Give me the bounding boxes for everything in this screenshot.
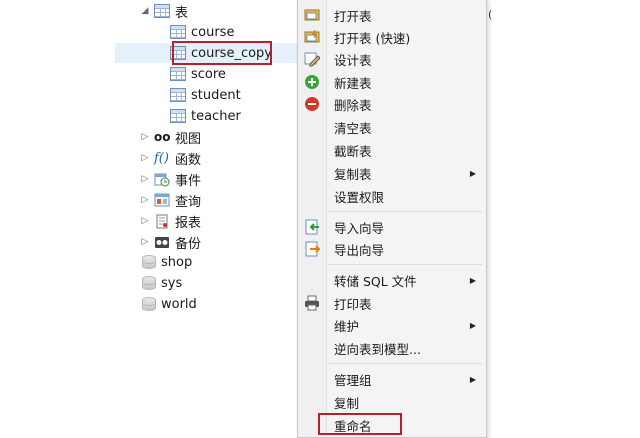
tree-node-views[interactable]: ▷ oo 视图: [140, 127, 201, 147]
clipped-text-fragment: (: [488, 8, 493, 21]
tree-item-table[interactable]: student: [170, 85, 241, 105]
collapse-arrow-icon[interactable]: ▷: [140, 237, 150, 247]
menu-separator: [328, 211, 482, 212]
context-menu: 打开表 打开表 (快速) 设计表 新建表 删除表 清空表 截断表 复制表 ▶ 设…: [297, 0, 487, 438]
menu-item-delete-table[interactable]: 删除表: [298, 93, 486, 115]
menu-item-open-table-fast[interactable]: 打开表 (快速): [298, 26, 486, 48]
tree-node-reports[interactable]: ▷ 报表: [140, 211, 201, 231]
folder-open-icon: [304, 7, 320, 23]
menu-item-open-table[interactable]: 打开表: [298, 4, 486, 26]
printer-icon: [304, 295, 320, 311]
tree-item-table[interactable]: course: [170, 22, 234, 42]
tree-node-label: 备份: [175, 236, 202, 252]
export-icon: [304, 241, 321, 257]
query-icon: [154, 193, 170, 208]
database-label: sys: [161, 275, 183, 291]
remove-icon: [304, 96, 320, 112]
menu-item-new-table[interactable]: 新建表: [298, 71, 486, 93]
menu-item-design-table[interactable]: 设计表: [298, 48, 486, 70]
tree-node-functions[interactable]: ▷ f() 函数: [140, 148, 201, 168]
menu-item-empty-table[interactable]: 清空表: [298, 116, 486, 138]
backup-icon: [154, 235, 170, 250]
menu-item-print-table[interactable]: 打印表: [298, 292, 486, 314]
collapse-arrow-icon[interactable]: ▷: [140, 216, 150, 226]
menu-item-dump-sql[interactable]: 转储 SQL 文件 ▶: [298, 269, 486, 291]
tree-node-label: 查询: [175, 194, 202, 210]
submenu-arrow-icon: ▶: [469, 374, 476, 384]
menu-item-set-permissions[interactable]: 设置权限: [298, 185, 486, 207]
calendar-clock-icon: [154, 172, 170, 187]
menu-separator: [328, 363, 482, 364]
expand-arrow-icon[interactable]: ◢: [140, 6, 150, 16]
tree-node-queries[interactable]: ▷ 查询: [140, 190, 201, 210]
menu-item-truncate-table[interactable]: 截断表: [298, 139, 486, 161]
table-icon: [170, 88, 186, 102]
table-label: student: [191, 87, 241, 103]
function-icon: f(): [154, 150, 169, 166]
menu-item-maintain[interactable]: 维护 ▶: [298, 314, 486, 336]
tree-item-database[interactable]: sys: [142, 273, 182, 293]
tree-item-database[interactable]: world: [142, 294, 197, 314]
tree-node-label: 报表: [175, 215, 202, 231]
add-icon: [304, 74, 320, 90]
menu-item-manage-group[interactable]: 管理组 ▶: [298, 368, 486, 390]
menu-separator: [328, 264, 482, 265]
tree-node-backups[interactable]: ▷ 备份: [140, 232, 201, 252]
submenu-arrow-icon: ▶: [469, 275, 476, 285]
tree-item-database[interactable]: shop: [142, 252, 192, 272]
collapse-arrow-icon[interactable]: ▷: [140, 153, 150, 163]
tree-node-label: 视图: [175, 131, 202, 147]
database-icon: [142, 275, 156, 291]
glasses-icon: oo: [154, 130, 171, 144]
collapse-arrow-icon[interactable]: ▷: [140, 195, 150, 205]
table-label: score: [191, 66, 226, 82]
tree-node-events[interactable]: ▷ 事件: [140, 169, 201, 189]
submenu-arrow-icon: ▶: [469, 320, 476, 330]
highlight-box: [172, 41, 272, 65]
report-icon: [154, 214, 170, 229]
tree-item-table[interactable]: score: [170, 64, 226, 84]
table-icon: [170, 109, 186, 123]
menu-item-import-wizard[interactable]: 导入向导: [298, 216, 486, 238]
pencil-icon: [304, 51, 321, 67]
import-icon: [304, 219, 320, 235]
folder-open-fast-icon: [304, 29, 320, 45]
submenu-arrow-icon: ▶: [469, 168, 476, 178]
menu-item-copy[interactable]: 复制: [298, 391, 486, 413]
table-folder-icon: [154, 4, 170, 18]
collapse-arrow-icon[interactable]: ▷: [140, 132, 150, 142]
collapse-arrow-icon[interactable]: ▷: [140, 174, 150, 184]
menu-item-export-wizard[interactable]: 导出向导: [298, 238, 486, 260]
tree-item-table[interactable]: teacher: [170, 106, 241, 126]
menu-item-reverse-to-model[interactable]: 逆向表到模型...: [298, 337, 486, 359]
tree-node-tables[interactable]: ◢ 表: [140, 1, 188, 21]
database-label: world: [161, 296, 197, 312]
table-label: course: [191, 24, 235, 40]
tree-node-label: 表: [175, 5, 189, 21]
table-label: teacher: [191, 108, 241, 124]
database-label: shop: [161, 254, 193, 270]
tree-node-label: 事件: [175, 173, 202, 189]
highlight-box-rename: [318, 413, 402, 435]
tree-node-label: 函数: [175, 152, 202, 168]
table-icon: [170, 67, 186, 81]
menu-item-copy-table[interactable]: 复制表 ▶: [298, 162, 486, 184]
table-icon: [170, 25, 186, 39]
database-icon: [142, 296, 156, 312]
database-icon: [142, 254, 156, 270]
